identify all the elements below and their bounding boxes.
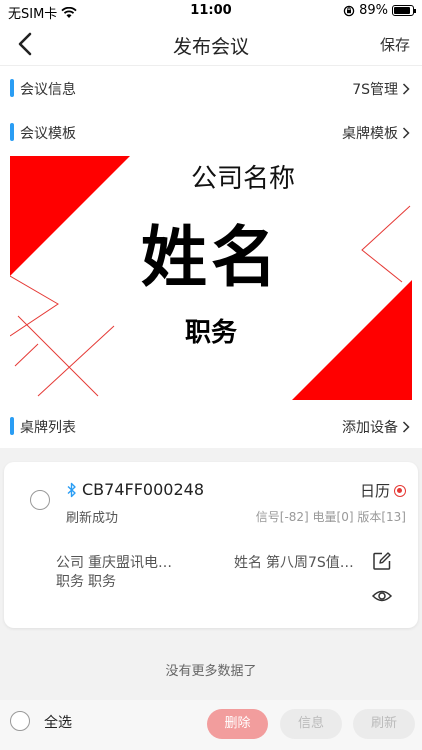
device-id: CB74FF000248 xyxy=(82,480,204,499)
section-meeting-info: 会议信息 7S管理 xyxy=(0,66,422,110)
device-company-field: 公司 重庆盟讯电… xyxy=(56,552,172,572)
position-label: 职务 xyxy=(56,574,84,590)
link-nameplate-template[interactable]: 桌牌模板 xyxy=(342,123,410,143)
device-refresh-status: 刷新成功 xyxy=(66,511,119,526)
position-value: 职务 xyxy=(88,574,116,590)
section-accent-bar xyxy=(10,79,14,97)
select-all-label[interactable]: 全选 xyxy=(44,712,72,732)
section-nameplate-list: 桌牌列表 添加设备 xyxy=(0,404,422,448)
record-dot-icon xyxy=(394,484,406,497)
section-accent-bar xyxy=(10,417,14,435)
template-company: 公司名称 xyxy=(190,164,295,194)
select-all-radio[interactable] xyxy=(10,711,30,731)
battery-icon xyxy=(392,5,416,16)
save-button[interactable]: 保存 xyxy=(380,34,410,55)
nav-bar: 发布会议 保存 xyxy=(0,22,422,66)
template-name: 姓名 xyxy=(141,218,281,296)
link-7s-management[interactable]: 7S管理 xyxy=(352,79,410,99)
device-mode-label: 日历 xyxy=(359,482,390,500)
chevron-right-icon xyxy=(402,127,410,139)
orientation-lock-icon xyxy=(343,5,355,16)
name-label: 姓名 xyxy=(234,555,262,571)
battery-fill xyxy=(394,7,411,14)
status-bar: 无SIM卡 11:00 89% xyxy=(0,0,422,22)
device-select-radio[interactable] xyxy=(30,490,50,510)
chevron-right-icon xyxy=(402,83,410,95)
company-value: 重庆盟讯电… xyxy=(88,555,172,571)
add-device-button[interactable]: 添加设备 xyxy=(342,417,410,437)
link-nameplate-template-label: 桌牌模板 xyxy=(342,126,398,142)
no-more-data-text: 没有更多数据了 xyxy=(165,664,257,679)
chevron-right-icon xyxy=(402,421,410,433)
section-meeting-template: 会议模板 桌牌模板 xyxy=(0,110,422,154)
page-title: 发布会议 xyxy=(172,36,249,58)
eye-icon[interactable] xyxy=(371,585,393,607)
edit-icon[interactable] xyxy=(371,550,393,572)
section-title-meeting-info: 会议信息 xyxy=(20,82,76,98)
bluetooth-icon xyxy=(67,482,76,497)
status-right: 89% xyxy=(343,3,416,18)
device-name-field: 姓名 第八周7S值… xyxy=(234,552,354,572)
section-accent-bar xyxy=(10,123,14,141)
template-position: 职务 xyxy=(184,318,237,348)
refresh-button[interactable]: 刷新 xyxy=(353,709,415,739)
device-header: CB74FF000248 xyxy=(66,480,204,499)
bottom-action-bar: 全选 删除 信息 刷新 xyxy=(0,700,422,750)
company-label: 公司 xyxy=(56,555,84,571)
battery-percent: 89% xyxy=(359,3,388,18)
link-7s-management-label: 7S管理 xyxy=(352,82,398,98)
info-button[interactable]: 信息 xyxy=(280,709,342,739)
section-title-nameplate-list: 桌牌列表 xyxy=(20,420,76,436)
add-device-label: 添加设备 xyxy=(342,420,398,436)
section-title-meeting-template: 会议模板 xyxy=(20,126,76,142)
delete-button[interactable]: 删除 xyxy=(207,709,268,739)
name-value: 第八周7S值… xyxy=(266,555,354,571)
device-mode: 日历 xyxy=(360,480,406,501)
device-card[interactable]: CB74FF000248 刷新成功 日历 信号[-82] 电量[0] 版本[13… xyxy=(4,462,418,628)
nameplate-template-preview[interactable]: 公司名称 姓名 职务 xyxy=(0,154,422,412)
device-meta: 信号[-82] 电量[0] 版本[13] xyxy=(255,510,406,524)
device-position-field: 职务 职务 xyxy=(56,571,116,591)
